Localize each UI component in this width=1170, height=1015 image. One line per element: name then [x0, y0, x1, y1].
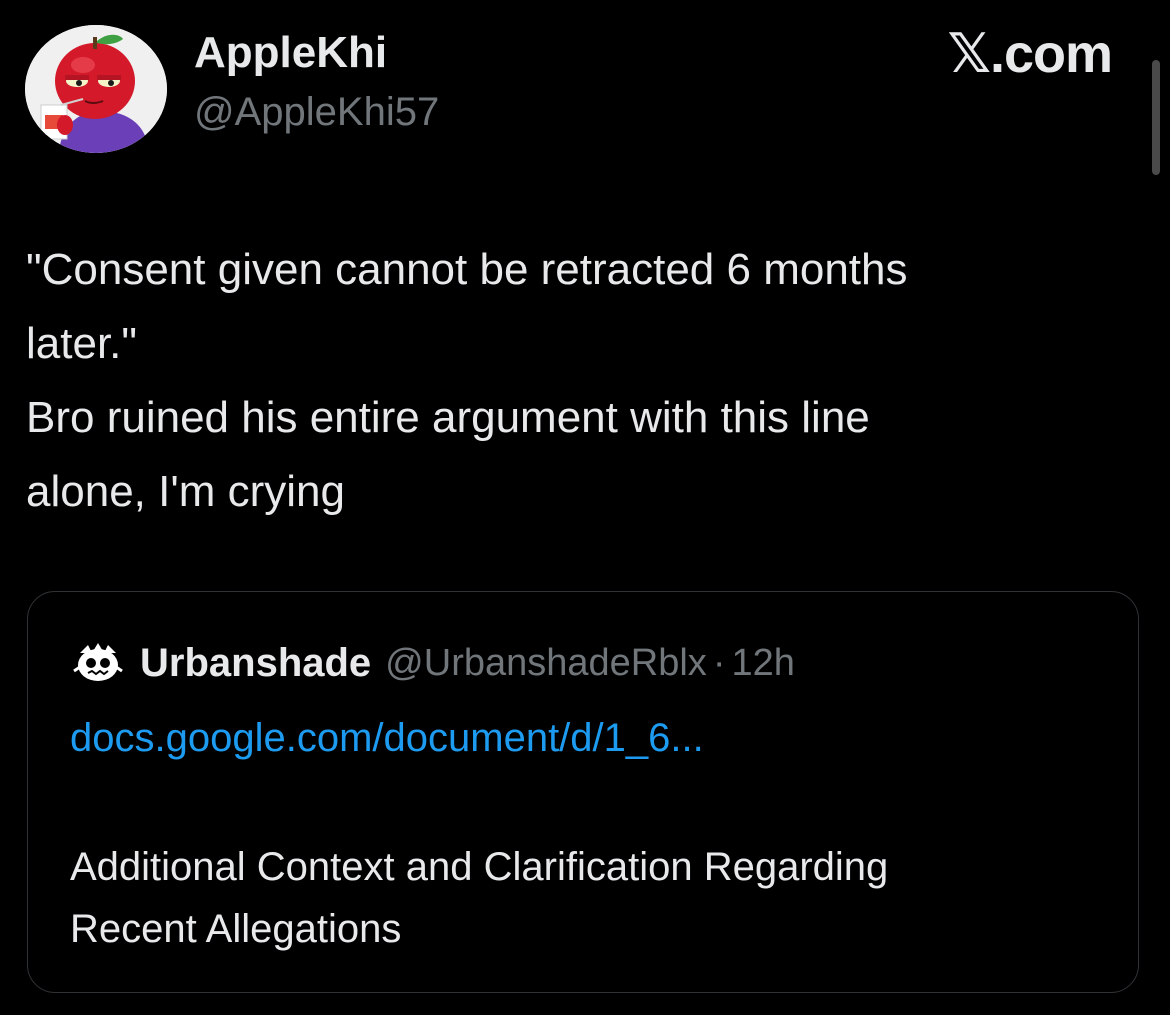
quoted-tweet-line: Recent Allegations — [70, 907, 402, 951]
quoted-tweet-text: Additional Context and Clarification Reg… — [70, 836, 1100, 960]
x-com-watermark: 𝕏.com — [947, 24, 1113, 84]
author-avatar[interactable] — [25, 25, 167, 153]
quoted-tweet-timestamp[interactable]: 12h — [731, 642, 794, 685]
tweet-line: later." — [26, 319, 138, 368]
tweet-line: Bro ruined his entire argument with this… — [26, 393, 870, 442]
separator-dot: · — [712, 641, 726, 684]
quoted-tweet-link[interactable]: docs.google.com/document/d/1_6... — [70, 714, 704, 762]
quoted-tweet-line: Additional Context and Clarification Reg… — [70, 845, 889, 889]
apple-character-avatar-icon — [25, 25, 167, 153]
tweet-line: alone, I'm crying — [26, 467, 345, 516]
tweet-text: "Consent given cannot be retracted 6 mon… — [26, 233, 1136, 529]
quoted-author-handle[interactable]: @UrbanshadeRblx — [385, 642, 707, 685]
scrollbar[interactable] — [1152, 60, 1160, 175]
quoted-tweet-header: Urbanshade @UrbanshadeRblx · 12h — [70, 639, 795, 687]
quoted-author-display-name[interactable]: Urbanshade — [140, 641, 371, 686]
author-display-name[interactable]: AppleKhi — [194, 27, 387, 79]
tweet-line: "Consent given cannot be retracted 6 mon… — [26, 245, 908, 294]
urbanshade-logo-avatar-icon[interactable] — [70, 641, 126, 685]
author-handle[interactable]: @AppleKhi57 — [194, 88, 439, 136]
quoted-tweet-card[interactable]: Urbanshade @UrbanshadeRblx · 12h docs.go… — [27, 591, 1139, 993]
